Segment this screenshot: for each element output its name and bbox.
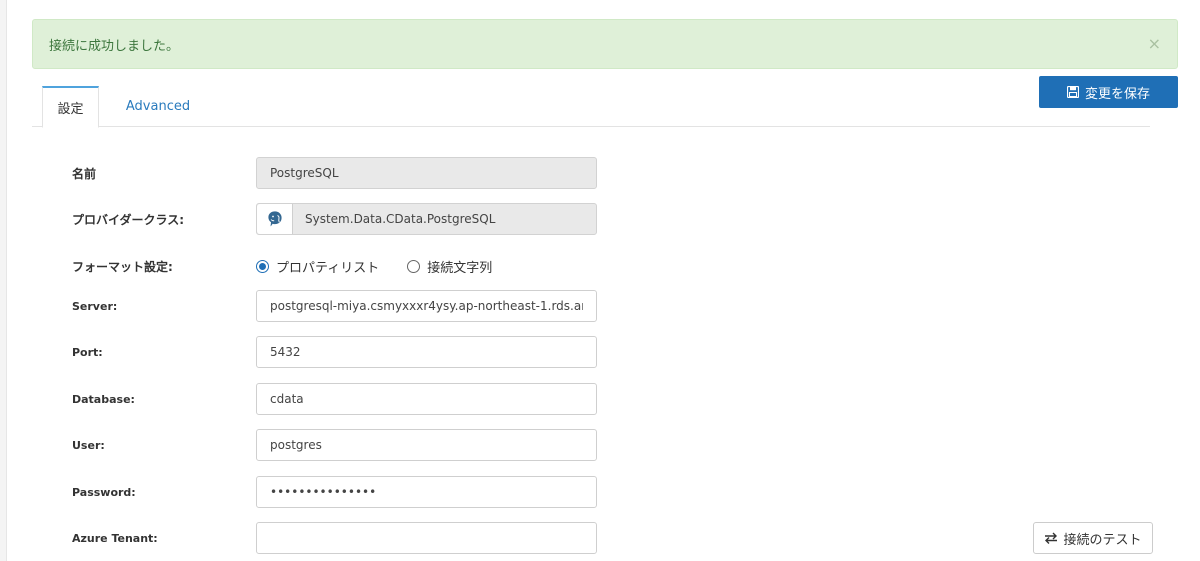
tab-settings[interactable]: 設定 xyxy=(42,86,99,128)
tab-advanced[interactable]: Advanced xyxy=(122,86,194,127)
radio-property-list[interactable]: プロパティリスト xyxy=(256,257,379,276)
server-label: Server: xyxy=(72,299,118,313)
radio-property-list-label: プロパティリスト xyxy=(276,260,380,276)
provider-label: プロバイダークラス: xyxy=(72,212,185,227)
radio-unchecked-icon xyxy=(407,259,421,273)
radio-connection-string[interactable]: 接続文字列 xyxy=(407,257,492,276)
password-label: Password: xyxy=(72,485,136,499)
alert-message: 接続に成功しました。 xyxy=(49,38,180,54)
success-alert: 接続に成功しました。 × xyxy=(32,19,1178,69)
test-connection-label: 接続のテスト xyxy=(1063,532,1142,548)
name-field: PostgreSQL xyxy=(256,157,597,189)
form-row-database: Database: xyxy=(72,383,972,415)
database-label: Database: xyxy=(72,392,135,406)
tab-bar: 設定 Advanced xyxy=(32,86,1150,128)
port-input[interactable] xyxy=(256,336,597,368)
form-row-server: Server: xyxy=(72,290,972,322)
radio-connection-string-label: 接続文字列 xyxy=(427,260,493,276)
form-row-azure-tenant: Azure Tenant: xyxy=(72,522,972,554)
user-input[interactable] xyxy=(256,429,597,461)
form-row-provider: プロバイダークラス: System.Data.CData.PostgreSQL xyxy=(72,203,972,235)
provider-value: System.Data.CData.PostgreSQL xyxy=(305,212,496,226)
azure-tenant-input[interactable] xyxy=(256,522,597,554)
name-label: 名前 xyxy=(72,166,97,181)
database-input[interactable] xyxy=(256,383,597,415)
form-row-name: 名前 PostgreSQL xyxy=(72,157,972,189)
port-label: Port: xyxy=(72,345,103,359)
provider-field: System.Data.CData.PostgreSQL xyxy=(256,203,597,235)
server-input[interactable] xyxy=(256,290,597,322)
form-row-password: Password: xyxy=(72,476,972,508)
close-icon[interactable]: × xyxy=(1148,34,1161,54)
user-label: User: xyxy=(72,438,105,452)
swap-arrows-icon xyxy=(1045,532,1058,544)
test-connection-button[interactable]: 接続のテスト xyxy=(1033,522,1153,554)
azure-tenant-label: Azure Tenant: xyxy=(72,531,158,545)
form-row-format: フォーマット設定: プロパティリスト 接続文字列 xyxy=(72,250,972,282)
postgresql-elephant-icon xyxy=(257,204,293,234)
radio-checked-icon xyxy=(256,259,269,273)
format-radio-group: プロパティリスト 接続文字列 xyxy=(256,250,492,282)
format-label: フォーマット設定: xyxy=(72,259,173,274)
password-input[interactable] xyxy=(256,476,597,508)
form-row-port: Port: xyxy=(72,336,972,368)
form-row-user: User: xyxy=(72,429,972,461)
left-edge-rule xyxy=(0,0,7,561)
